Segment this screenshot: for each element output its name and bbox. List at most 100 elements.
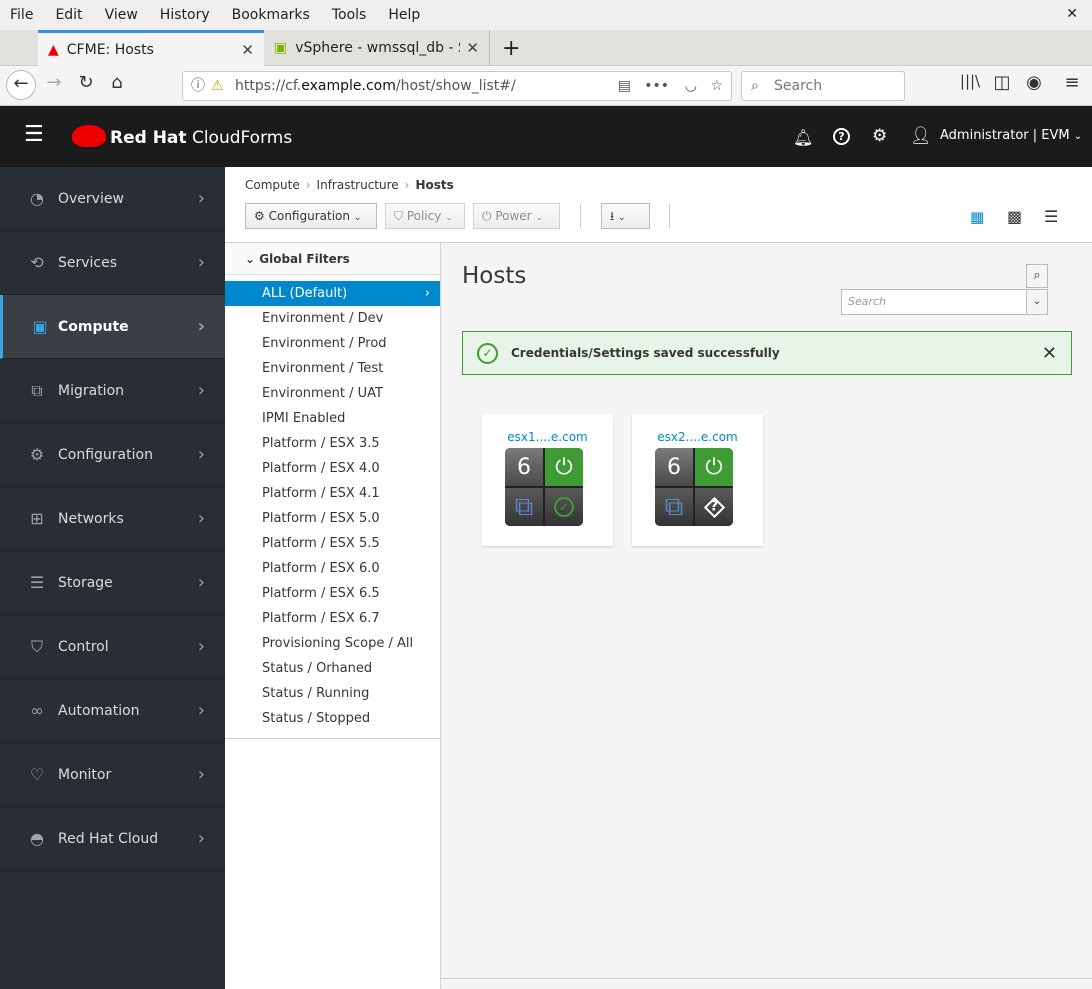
reload-icon[interactable]: ↻ bbox=[72, 72, 100, 93]
policy-button[interactable]: ⛉ Policy ⌄ bbox=[385, 203, 465, 229]
database-icon: ☰ bbox=[29, 573, 45, 592]
filter-item[interactable]: Platform / ESX 4.0 bbox=[225, 456, 440, 481]
browser-menubar: File Edit View History Bookmarks Tools H… bbox=[0, 0, 1092, 30]
sidebar-item-services[interactable]: ⟲ Services › bbox=[0, 231, 225, 295]
global-filters-header[interactable]: ⌄ Global Filters bbox=[225, 243, 440, 275]
sidebar-item-compute[interactable]: ▣ Compute › bbox=[0, 295, 225, 359]
menu-help[interactable]: Help bbox=[388, 7, 420, 23]
sidebar-item-label: Services bbox=[58, 254, 118, 271]
menu-view[interactable]: View bbox=[105, 7, 138, 23]
insecure-lock-icon[interactable]: ⚠ bbox=[211, 72, 224, 100]
search-input[interactable]: Search bbox=[841, 289, 1027, 315]
browser-search-input[interactable]: ⌕ Search bbox=[741, 71, 905, 101]
sidebar-item-storage[interactable]: ☰ Storage › bbox=[0, 551, 225, 615]
menu-tools[interactable]: Tools bbox=[332, 7, 367, 23]
sidebar-item-monitor[interactable]: ♡ Monitor › bbox=[0, 743, 225, 807]
hamburger-menu-icon[interactable]: ≡ bbox=[1058, 72, 1086, 93]
heartbeat-icon: ♡ bbox=[29, 765, 45, 784]
sidebar-item-migration[interactable]: ⧉ Migration › bbox=[0, 359, 225, 423]
power-on-icon: ⏻ bbox=[695, 448, 733, 486]
tab-vsphere[interactable]: ▣ vSphere - wmssql_db - S ✕ bbox=[264, 30, 490, 66]
filter-item[interactable]: Status / Orhaned bbox=[225, 656, 440, 681]
filter-item[interactable]: Provisioning Scope / All bbox=[225, 631, 440, 656]
tachometer-icon: ◔ bbox=[30, 189, 44, 208]
info-icon[interactable]: ⓘ bbox=[191, 72, 205, 100]
redhat-logo-icon bbox=[72, 125, 106, 147]
filter-item[interactable]: Environment / Prod bbox=[225, 331, 440, 356]
menu-history[interactable]: History bbox=[160, 7, 210, 23]
host-card[interactable]: esx2....e.com 6 ⏻ ⧉ ? bbox=[632, 414, 763, 546]
app-header: ☰ Red Hat CloudForms 🔔︎ ? ⚙ 👤︎ Administr… bbox=[0, 106, 1092, 167]
filter-item[interactable]: Environment / Dev bbox=[225, 306, 440, 331]
sidebar-toggle-icon[interactable]: ◫ bbox=[988, 72, 1016, 93]
search-button[interactable]: ⌕ bbox=[1026, 264, 1048, 288]
help-icon[interactable]: ? bbox=[833, 128, 850, 145]
more-actions-icon[interactable]: ••• bbox=[644, 72, 669, 100]
url-bar[interactable]: ⓘ ⚠ https://cf.example.com/host/show_lis… bbox=[182, 71, 732, 101]
user-menu[interactable]: Administrator | EVM ⌄ bbox=[940, 128, 1082, 143]
account-icon[interactable]: ◉ bbox=[1020, 72, 1048, 93]
redhat-icon: ◓ bbox=[30, 829, 44, 848]
filter-item[interactable]: Platform / ESX 6.0 bbox=[225, 556, 440, 581]
bell-icon[interactable]: 🔔︎ bbox=[793, 128, 813, 147]
sidebar-item-automation[interactable]: ∞ Automation › bbox=[0, 679, 225, 743]
sidebar-item-red-hat-cloud[interactable]: ◓ Red Hat Cloud › bbox=[0, 807, 225, 871]
filter-item[interactable]: Platform / ESX 4.1 bbox=[225, 481, 440, 506]
configuration-button[interactable]: ⚙ Configuration ⌄ bbox=[245, 203, 377, 229]
filter-item[interactable]: Platform / ESX 6.5 bbox=[225, 581, 440, 606]
bookmark-star-icon[interactable]: ☆ bbox=[710, 72, 723, 100]
brand-logo[interactable]: Red Hat CloudForms bbox=[110, 128, 292, 148]
host-quadicon[interactable]: 6 ⏻ ⧉ ✓ bbox=[505, 448, 583, 526]
new-tab-button[interactable]: + bbox=[492, 30, 530, 66]
grid-view-icon[interactable]: ▦ bbox=[970, 208, 984, 226]
sidebar-item-networks[interactable]: ⊞ Networks › bbox=[0, 487, 225, 551]
list-view-icon[interactable]: ☰ bbox=[1044, 207, 1058, 226]
pocket-icon[interactable]: ◡ bbox=[685, 72, 697, 100]
chevron-down-icon: ⌄ bbox=[245, 252, 256, 266]
home-icon[interactable]: ⌂ bbox=[103, 72, 131, 93]
forward-icon[interactable]: → bbox=[40, 72, 68, 93]
menu-bookmarks[interactable]: Bookmarks bbox=[232, 7, 310, 23]
menu-file[interactable]: File bbox=[10, 7, 33, 23]
filter-item[interactable]: IPMI Enabled bbox=[225, 406, 440, 431]
filter-label: Platform / ESX 3.5 bbox=[262, 436, 380, 451]
gear-icon[interactable]: ⚙ bbox=[872, 126, 887, 146]
sidebar-item-control[interactable]: ⛉ Control › bbox=[0, 615, 225, 679]
tile-view-icon[interactable]: ▩ bbox=[1007, 207, 1022, 226]
filter-item[interactable]: Status / Stopped bbox=[225, 706, 440, 731]
reader-view-icon[interactable]: ▤ bbox=[618, 72, 631, 100]
filter-item[interactable]: ALL (Default) › bbox=[225, 281, 440, 306]
chevron-right-icon: › bbox=[197, 700, 205, 721]
menu-edit[interactable]: Edit bbox=[55, 7, 82, 23]
back-icon[interactable]: ← bbox=[6, 70, 36, 100]
download-button[interactable]: ⭳ ⌄ bbox=[601, 203, 650, 229]
filter-item[interactable]: Environment / Test bbox=[225, 356, 440, 381]
close-tab-icon[interactable]: ✕ bbox=[241, 41, 254, 59]
host-name-link[interactable]: esx2....e.com bbox=[632, 430, 763, 444]
filter-label: Platform / ESX 6.0 bbox=[262, 561, 380, 576]
automation-icon: ∞ bbox=[30, 701, 44, 720]
window-close-icon[interactable]: ✕ bbox=[1066, 6, 1078, 22]
filter-item[interactable]: Status / Running bbox=[225, 681, 440, 706]
host-card[interactable]: esx1....e.com 6 ⏻ ⧉ ✓ bbox=[482, 414, 613, 546]
filter-item[interactable]: Platform / ESX 6.7 bbox=[225, 606, 440, 631]
host-name-link[interactable]: esx1....e.com bbox=[482, 430, 613, 444]
host-quadicon[interactable]: 6 ⏻ ⧉ ? bbox=[655, 448, 733, 526]
filter-item[interactable]: Environment / UAT bbox=[225, 381, 440, 406]
search-icon: ⌕ bbox=[751, 78, 759, 94]
filter-item[interactable]: Platform / ESX 3.5 bbox=[225, 431, 440, 456]
power-button[interactable]: ⏻ Power ⌄ bbox=[473, 203, 560, 229]
filter-item[interactable]: Platform / ESX 5.5 bbox=[225, 531, 440, 556]
sidebar-item-overview[interactable]: ◔ Overview › bbox=[0, 167, 225, 231]
navigation-toggle-icon[interactable]: ☰ bbox=[24, 124, 44, 146]
close-tab-icon[interactable]: ✕ bbox=[466, 39, 479, 57]
breadcrumb-infrastructure[interactable]: Infrastructure bbox=[317, 178, 399, 192]
tab-cfme-hosts[interactable]: ▲ CFME: Hosts ✕ bbox=[38, 30, 264, 66]
close-icon[interactable]: ✕ bbox=[1042, 343, 1057, 364]
advanced-search-toggle[interactable]: ⌄ bbox=[1026, 289, 1048, 315]
sidebar-item-configuration[interactable]: ⚙ Configuration › bbox=[0, 423, 225, 487]
toolbar-divider bbox=[669, 204, 670, 228]
filter-item[interactable]: Platform / ESX 5.0 bbox=[225, 506, 440, 531]
library-icon[interactable]: |||\ bbox=[956, 72, 984, 90]
breadcrumb-compute[interactable]: Compute bbox=[245, 178, 300, 192]
